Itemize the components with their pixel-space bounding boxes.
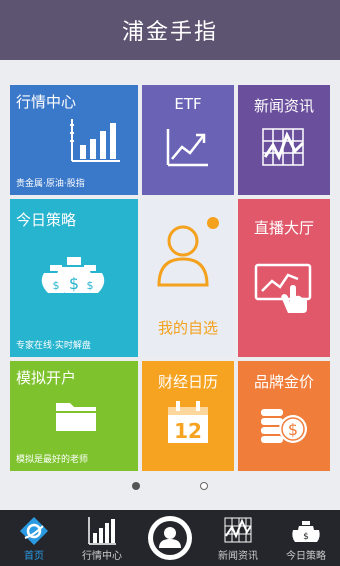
svg-text:$: $ (87, 279, 94, 292)
tile-title: 今日策略 (16, 211, 77, 229)
tile-title: 我的自选 (157, 319, 218, 337)
tile-subtitle: 模拟是最好的老师 (16, 455, 89, 465)
page-dot[interactable] (200, 482, 208, 490)
tab-market-center[interactable]: 行情中心 (68, 510, 136, 566)
bottom-tab-bar: 首页 行情中心 新闻资讯 $ 今日策略 (0, 510, 340, 566)
tile-title: 行情中心 (16, 93, 77, 111)
touch-screen-icon (254, 263, 312, 313)
tile-subtitle: 贵金属·原油·股指 (16, 179, 85, 189)
money-bags-icon: $ (292, 521, 320, 542)
bar-chart-icon (88, 517, 116, 545)
tab-home[interactable]: 首页 (0, 510, 68, 566)
tile-market-center[interactable]: 行情中心 贵金属·原油·股指 (10, 85, 138, 195)
tile-title: 财经日历 (157, 373, 218, 391)
tile-today-strategy[interactable]: 今日策略 $ $ $ 专家在线·实时解盘 (10, 199, 138, 357)
tab-label: 首页 (24, 551, 44, 562)
tile-finance-calendar[interactable]: 财经日历 12 (142, 361, 234, 471)
coins-icon: $ (261, 409, 307, 443)
home-grid: 行情中心 贵金属·原油·股指 ETF 新闻资讯 今日策略 $ $ $ 专家在线·… (0, 85, 340, 477)
profile-button[interactable] (148, 516, 192, 560)
tab-label: 今日策略 (286, 551, 326, 562)
svg-text:$: $ (303, 532, 309, 542)
user-icon (157, 217, 219, 287)
bar-chart-icon (70, 119, 120, 162)
tab-profile[interactable] (136, 510, 204, 566)
tab-today-strategy[interactable]: $ 今日策略 (272, 510, 340, 566)
tile-news[interactable]: 新闻资讯 (238, 85, 330, 195)
svg-text:$: $ (69, 274, 79, 293)
trend-line-icon (166, 129, 208, 167)
tile-title: 品牌金价 (253, 373, 314, 391)
tile-live-hall[interactable]: 直播大厅 (238, 199, 330, 357)
profile-icon (153, 521, 187, 555)
tile-title: ETF (174, 95, 202, 113)
tile-etf[interactable]: ETF (142, 85, 234, 195)
calendar-day: 12 (174, 419, 202, 443)
tab-news[interactable]: 新闻资讯 (204, 510, 272, 566)
app-header: 浦金手指 (0, 0, 340, 60)
news-chart-icon (262, 128, 305, 166)
tile-brand-gold-price[interactable]: 品牌金价 $ (238, 361, 330, 471)
tile-title: 新闻资讯 (253, 97, 314, 115)
svg-text:$: $ (288, 420, 298, 439)
tile-subtitle: 专家在线·实时解盘 (16, 341, 91, 351)
tab-label: 行情中心 (82, 551, 122, 562)
tile-simulate-account[interactable]: 模拟开户 模拟是最好的老师 (10, 361, 138, 471)
tile-title: 直播大厅 (253, 219, 314, 237)
app-title: 浦金手指 (121, 20, 218, 45)
tile-title: 模拟开户 (16, 369, 77, 387)
page-dot-active[interactable] (132, 482, 140, 490)
tile-my-favorites[interactable]: 我的自选 (142, 199, 234, 357)
folder-icon (56, 403, 96, 431)
svg-text:$: $ (53, 279, 60, 292)
news-chart-icon (224, 517, 252, 543)
tab-label: 新闻资讯 (218, 551, 258, 562)
page-indicator[interactable] (0, 482, 340, 492)
money-bags-icon: $ $ $ (41, 257, 105, 293)
home-icon (20, 517, 48, 545)
